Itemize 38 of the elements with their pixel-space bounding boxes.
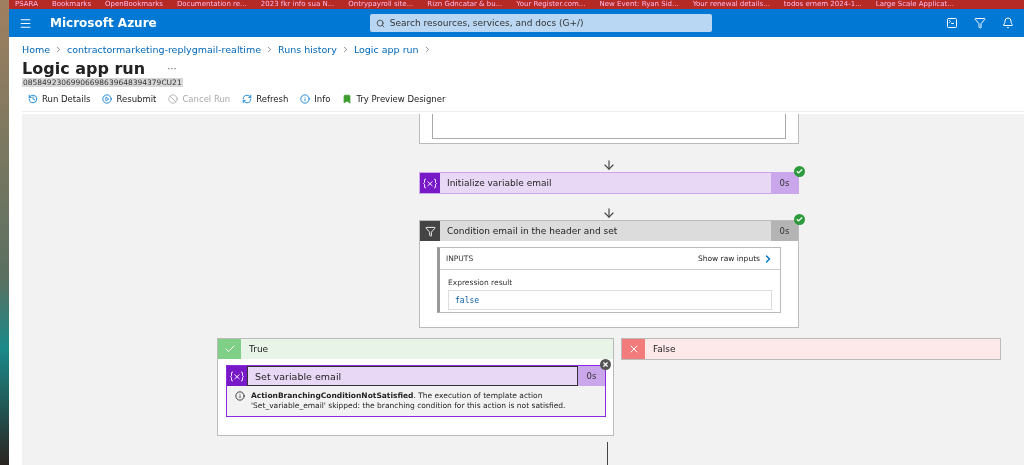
variable-step-card[interactable]: Initialize variable email 0s: [419, 172, 799, 194]
breadcrumb-link[interactable]: Home: [22, 43, 51, 55]
step-duration: 0s: [578, 366, 605, 386]
variable-icon: [227, 366, 247, 386]
cancel-icon: [168, 94, 179, 104]
toolbar-button[interactable]: Try Preview Designer: [342, 94, 446, 104]
breadcrumb-link[interactable]: contractormarketing-replygmail-realtime: [67, 43, 261, 55]
info-icon: [300, 94, 311, 104]
step-title: Condition email in the header and set: [446, 225, 619, 238]
breadcrumb-link[interactable]: Runs history: [278, 43, 337, 55]
info-icon: [235, 391, 245, 401]
chevron-icon: [265, 44, 274, 54]
toolbar-button[interactable]: Refresh: [242, 94, 289, 104]
history-icon: [28, 94, 38, 104]
brand-name[interactable]: Microsoft Azure: [50, 16, 157, 30]
terminal-icon[interactable]: [946, 17, 958, 29]
step-title: Set variable email: [247, 366, 578, 386]
more-options[interactable]: ···: [167, 63, 177, 74]
toolbar-button[interactable]: Run Details: [28, 94, 91, 104]
breadcrumb-link[interactable]: Logic app run: [353, 43, 419, 55]
notification-icon[interactable]: [1002, 17, 1014, 29]
expression-value: false: [448, 290, 772, 310]
menu-icon[interactable]: [19, 16, 32, 30]
variable-icon: [420, 173, 440, 193]
toolbar-button[interactable]: Resubmit: [102, 94, 157, 104]
branch-label: True: [248, 343, 269, 356]
step-duration: 0s: [771, 173, 798, 193]
search-field[interactable]: Search resources, services, and docs (G+/): [369, 14, 712, 32]
filter-icon[interactable]: [974, 17, 986, 29]
refresh-icon: [242, 94, 253, 104]
step-duration: 0s: [771, 221, 798, 241]
toolbar-button[interactable]: Info: [300, 94, 331, 104]
condition-icon: [420, 221, 440, 241]
search-icon: [375, 18, 385, 28]
page-title: Logic app run: [22, 59, 146, 78]
connector-line: [607, 442, 608, 465]
branch-label: False: [652, 343, 676, 356]
step-title: Initialize variable email: [446, 177, 553, 190]
